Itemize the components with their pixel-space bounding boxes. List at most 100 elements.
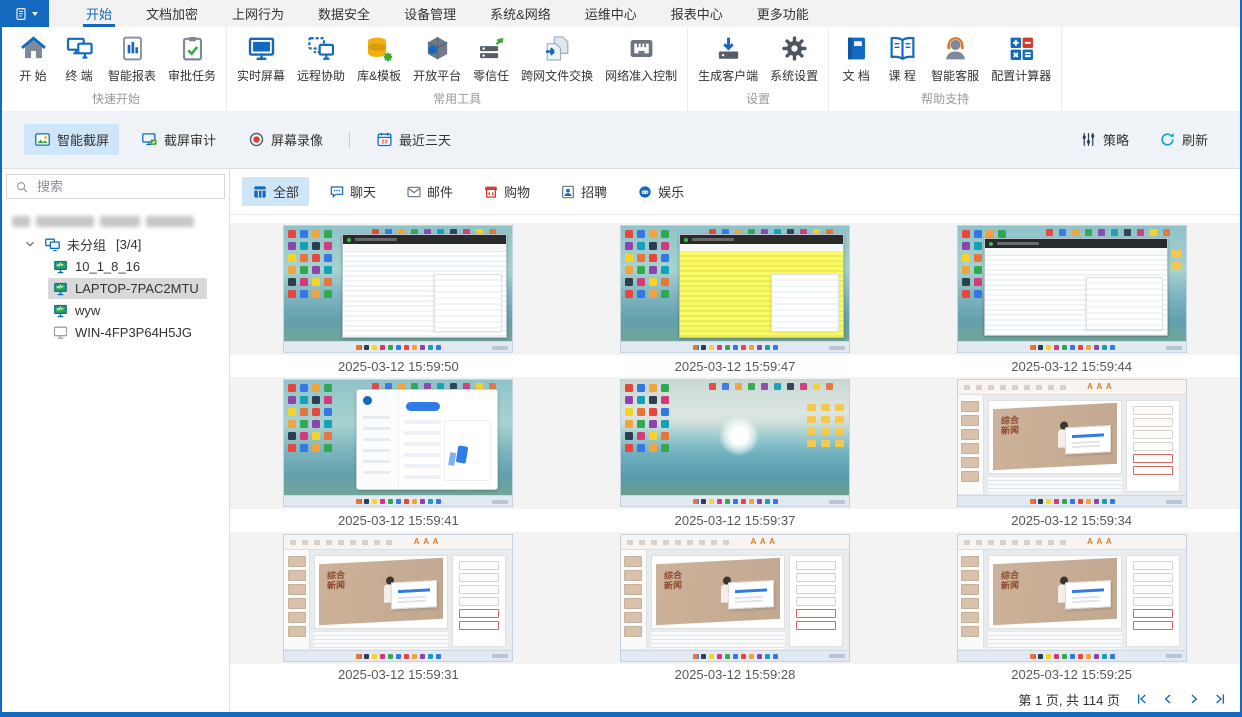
menu-tab-9[interactable]: 更多功能 [740, 0, 826, 27]
tree-node-inner: 10_1_8_16 [48, 256, 148, 277]
menu-tab-1[interactable]: 开始 [69, 0, 129, 27]
ribbon-item[interactable]: 智能报表 [102, 30, 162, 87]
ribbon-item[interactable]: 配置计算器 [985, 30, 1057, 87]
content-panel: 全部聊天邮件购物招聘娱乐 2025-03-12 15:59:502025-03-… [230, 169, 1240, 712]
ribbon-item[interactable]: 零信任 [467, 30, 515, 87]
tree-node[interactable]: wyw [2, 299, 229, 321]
toolbar-button[interactable]: 智能截屏 [24, 124, 119, 155]
filter-button[interactable]: 全部 [242, 177, 309, 206]
menubar: 开始文档加密上网行为数据安全设备管理系统&网络运维中心报表中心更多功能 [2, 0, 1240, 27]
all-grid-icon [252, 184, 268, 200]
style-row [459, 621, 499, 630]
ribbon-item[interactable]: 网络准入控制 [599, 30, 683, 87]
search-icon [15, 180, 29, 194]
screenshot-thumbnail[interactable] [620, 379, 850, 507]
filter-button[interactable]: 招聘 [550, 177, 617, 206]
ribbon-item[interactable]: 文 档 [833, 30, 879, 87]
remote-assist-icon [307, 34, 336, 63]
menu-tab-2[interactable]: 文档加密 [129, 0, 215, 27]
slide-mini [624, 570, 642, 581]
file-manager-window [984, 238, 1168, 336]
menu-tab-3[interactable]: 上网行为 [215, 0, 301, 27]
screenshot-thumbnail[interactable]: A A A综合新闻 [620, 534, 850, 662]
filter-button[interactable]: 娱乐 [627, 177, 694, 206]
folder-icon [807, 416, 816, 423]
tree-node[interactable]: WIN-4FP3P64H5JG [2, 321, 229, 343]
style-row [1133, 454, 1173, 463]
filter-label: 全部 [273, 182, 299, 201]
next-page-button[interactable] [1184, 689, 1204, 709]
filter-button[interactable]: 邮件 [396, 177, 463, 206]
screenshot-thumbnail[interactable]: A A A综合新闻 [957, 534, 1187, 662]
ppt-style-panel [1126, 555, 1180, 647]
decor-dot [661, 396, 669, 404]
toolbar-button[interactable]: 截屏审计 [131, 124, 226, 155]
ribbon-item[interactable]: 终 端 [56, 30, 102, 87]
style-row [1133, 609, 1173, 618]
menu-tab-6[interactable]: 系统&网络 [473, 0, 568, 27]
folder-icon [835, 416, 844, 423]
decor-dot [300, 396, 308, 404]
search-box[interactable] [6, 174, 225, 199]
decor-dot [637, 242, 645, 250]
menu-tab-5[interactable]: 设备管理 [387, 0, 473, 27]
screenshot-thumbnail[interactable]: A A A综合新闻 [957, 379, 1187, 507]
calendar-icon: 23 [376, 131, 393, 148]
tree-node-inner: 未分组[3/4] [40, 233, 149, 256]
menu-tab-7[interactable]: 运维中心 [568, 0, 654, 27]
thumbnail-row: A A A综合新闻 A A A综合新闻 A A A综合新闻 [230, 532, 1240, 664]
ribbon-item-label: 开 始 [19, 67, 46, 84]
ribbon-item[interactable]: 生成客户端 [692, 30, 764, 87]
tree-node[interactable]: LAPTOP-7PAC2MTU [2, 277, 229, 299]
screenshot-thumbnail[interactable]: A A A综合新闻 [283, 534, 513, 662]
tree-node[interactable]: 10_1_8_16 [2, 255, 229, 277]
ribbon-item[interactable]: 审批任务 [162, 30, 222, 87]
filter-button[interactable]: 聊天 [319, 177, 386, 206]
decor-dot [649, 384, 657, 392]
search-input[interactable] [35, 178, 216, 195]
ribbon-item[interactable]: 开放平台 [407, 30, 467, 87]
last-page-button[interactable] [1210, 689, 1230, 709]
ribbon-item[interactable]: 系统设置 [764, 30, 824, 87]
window-titlebar [985, 239, 1167, 248]
taskbar-icons [733, 499, 738, 504]
ribbon-item[interactable]: 智能客服 [925, 30, 985, 87]
toolbar-button[interactable]: 23最近三天 [366, 124, 461, 155]
screenshot-thumbnail[interactable] [620, 225, 850, 353]
ribbon-item[interactable]: 课 程 [879, 30, 925, 87]
toolbar-button[interactable]: 刷新 [1149, 124, 1218, 155]
ribbon-item[interactable]: 库&模板 [351, 30, 407, 87]
filter-button[interactable]: 购物 [473, 177, 540, 206]
decor-dot [324, 230, 332, 238]
redacted-block [12, 216, 30, 227]
decor-dot [962, 242, 970, 250]
screenshot-thumbnail[interactable] [957, 225, 1187, 353]
style-row [1133, 418, 1173, 427]
first-page-button[interactable] [1132, 689, 1152, 709]
slide-card [1065, 425, 1111, 454]
decor-dot [787, 383, 794, 390]
app-menu-button[interactable] [2, 0, 49, 27]
taskbar [284, 650, 512, 661]
tree-node[interactable]: 未分组[3/4] [2, 233, 229, 255]
toolbar-button[interactable]: 屏幕录像 [238, 124, 333, 155]
menu-tab-8[interactable]: 报表中心 [654, 0, 740, 27]
ribbon-group-2: 实时屏幕远程协助库&模板开放平台零信任跨网文件交换网络准入控制常用工具 [227, 27, 688, 111]
toolbar-button[interactable]: 策略 [1070, 124, 1139, 155]
style-row [1133, 573, 1173, 582]
ribbon-item[interactable]: 远程协助 [291, 30, 351, 87]
ribbon-item[interactable]: 跨网文件交换 [515, 30, 599, 87]
ribbon-items: 生成客户端系统设置 [692, 30, 824, 88]
ribbon-item[interactable]: 开 始 [10, 30, 56, 87]
screenshot-thumbnail[interactable] [283, 225, 513, 353]
ribbon-item-label: 网络准入控制 [605, 67, 677, 84]
menu-tab-4[interactable]: 数据安全 [301, 0, 387, 27]
ribbon-group-1: 开 始终 端智能报表审批任务快速开始 [6, 27, 227, 111]
decor-dot [312, 278, 320, 286]
slide-mini [288, 584, 306, 595]
prev-page-button[interactable] [1158, 689, 1178, 709]
entertainment-icon [637, 184, 653, 200]
screenshot-thumbnail[interactable] [283, 379, 513, 507]
ribbon-item[interactable]: 实时屏幕 [231, 30, 291, 87]
sidebar: 未分组[3/4]10_1_8_16LAPTOP-7PAC2MTUwywWIN-4… [2, 169, 230, 712]
